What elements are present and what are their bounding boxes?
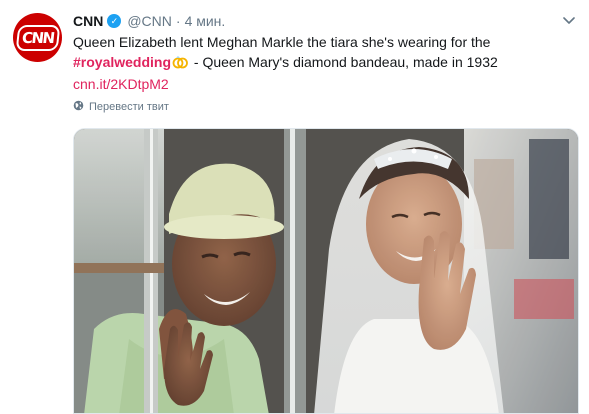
hashtag-link[interactable]: #royalwedding — [73, 54, 171, 70]
translate-tweet-button[interactable]: Перевести твит — [73, 100, 169, 114]
ring-emoji-icon — [172, 54, 188, 74]
account-handle[interactable]: @CNN — [127, 12, 172, 30]
separator-dot: · — [175, 13, 181, 29]
tweet-timestamp[interactable]: 4 мин. — [185, 12, 226, 30]
verified-badge-icon: ✓ — [107, 14, 122, 28]
tweet-text-part2: - Queen Mary's diamond bandeau, made in … — [190, 54, 498, 70]
globe-icon — [73, 100, 84, 114]
cnn-logo: CNN — [15, 24, 60, 51]
tweet-text-part1: Queen Elizabeth lent Meghan Markle the t… — [73, 34, 491, 50]
tweet-text: Queen Elizabeth lent Meghan Markle the t… — [73, 32, 563, 94]
tweet-url-link[interactable]: cnn.it/2KDtpM2 — [73, 76, 169, 92]
translate-label: Перевести твит — [89, 101, 169, 113]
royal-wedding-car-photo — [74, 129, 578, 413]
avatar[interactable]: CNN — [13, 13, 62, 62]
tweet-card: CNN CNN ✓ @CNN · 4 мин. Queen Elizabeth … — [0, 0, 589, 414]
tweet-header: CNN ✓ @CNN · 4 мин. — [73, 12, 225, 30]
tweet-photo[interactable] — [73, 128, 579, 414]
account-name[interactable]: CNN — [73, 12, 103, 30]
chevron-down-icon[interactable] — [561, 14, 577, 28]
